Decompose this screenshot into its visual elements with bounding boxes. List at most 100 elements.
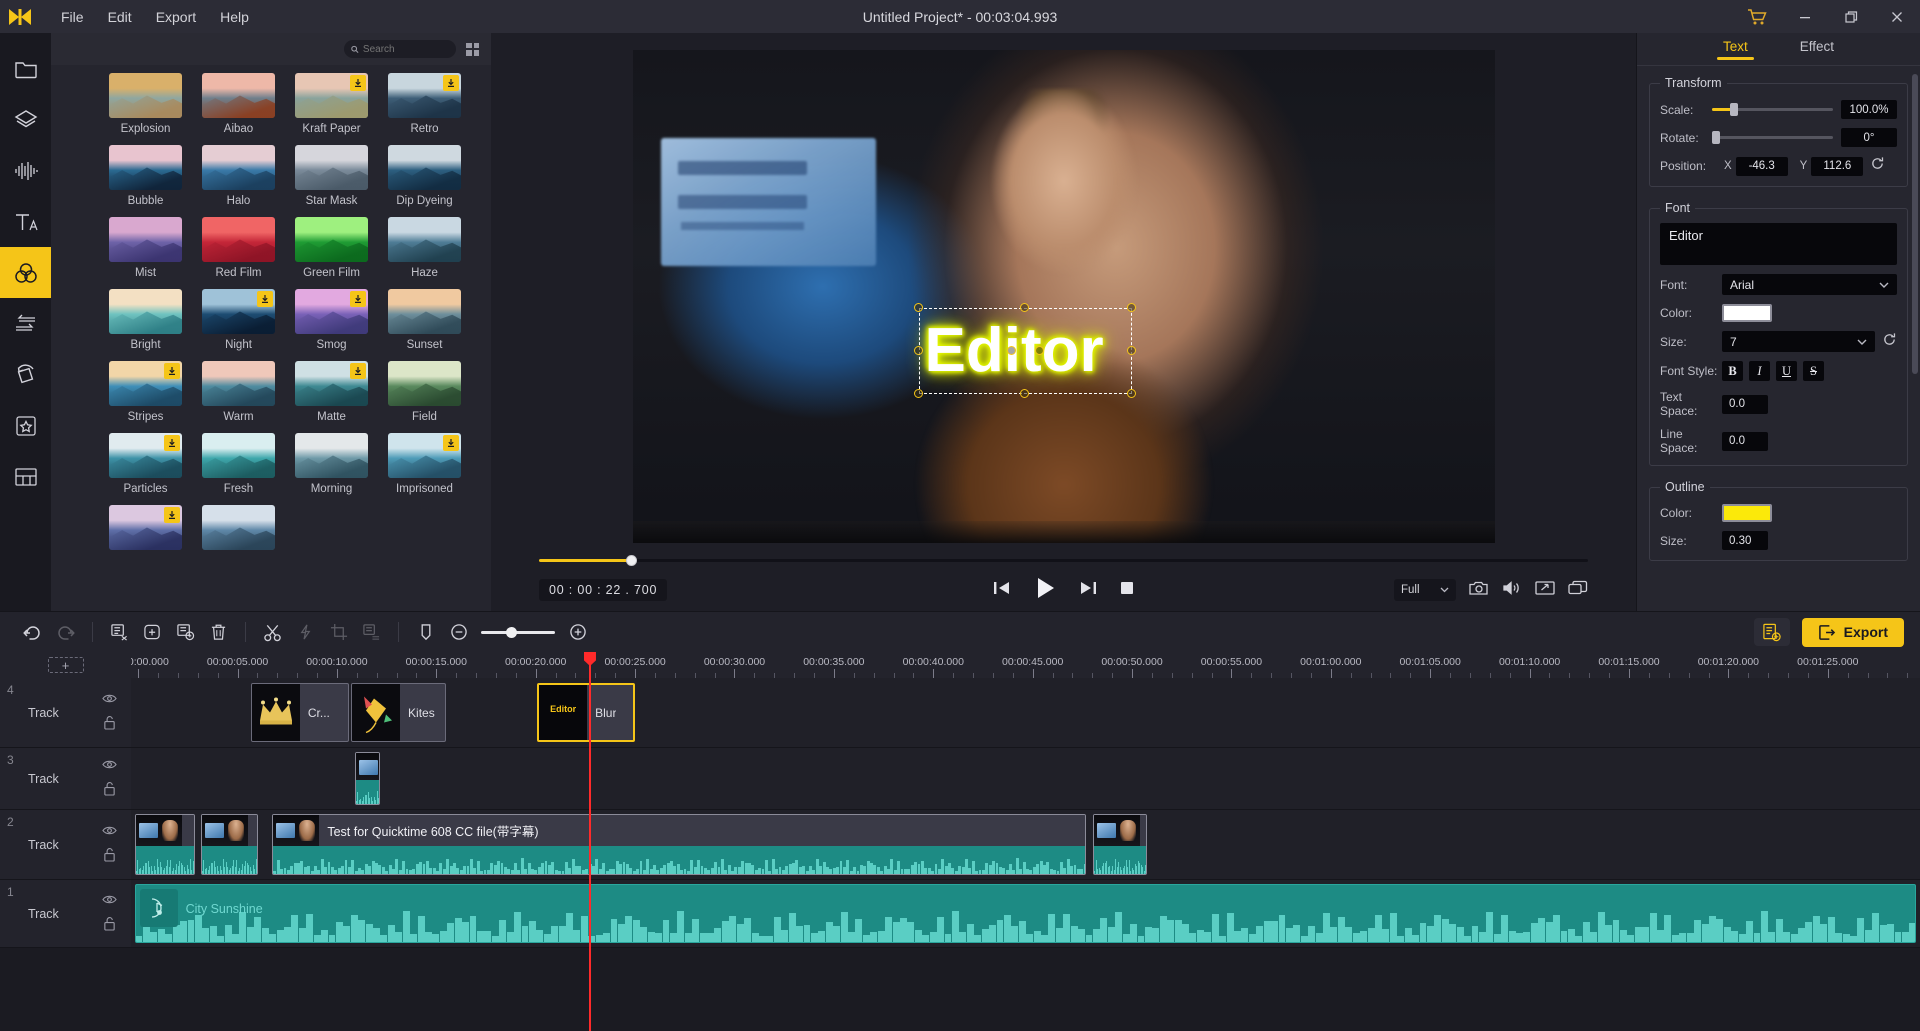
filter-item[interactable]: Matte: [285, 361, 378, 423]
strikethrough-button[interactable]: S: [1803, 361, 1824, 381]
rail-item-split-screen[interactable]: [0, 451, 51, 502]
scrubber-handle[interactable]: [625, 554, 637, 566]
eye-icon[interactable]: [102, 892, 117, 910]
track-lane[interactable]: Test for Quicktime 608 CC file(带字幕): [131, 810, 1920, 879]
video-clip[interactable]: Test for Quicktime 608 CC file(带字幕): [272, 814, 1087, 875]
video-clip[interactable]: [200, 814, 258, 875]
filter-item[interactable]: Fresh: [192, 433, 285, 495]
outline-size-value[interactable]: 0.30: [1722, 531, 1768, 550]
step-forward-icon[interactable]: [1079, 580, 1097, 601]
filter-thumbnail[interactable]: [202, 505, 275, 550]
speed-button[interactable]: [289, 616, 322, 649]
add-track-button[interactable]: +: [47, 657, 84, 673]
filter-thumbnail[interactable]: [202, 433, 275, 478]
clip-selected[interactable]: Editor Blur: [537, 683, 636, 742]
download-icon[interactable]: [164, 363, 180, 379]
rail-item-audio[interactable]: [0, 145, 51, 196]
track-lane[interactable]: Cr... Kites Editor Blur: [131, 678, 1920, 747]
filter-thumbnail[interactable]: [388, 289, 461, 334]
menu-export[interactable]: Export: [145, 5, 207, 29]
track-header[interactable]: 3 Track: [0, 748, 131, 809]
export-button[interactable]: Export: [1801, 617, 1904, 647]
filter-item[interactable]: [99, 505, 192, 555]
video-clip[interactable]: [134, 814, 196, 875]
download-icon[interactable]: [164, 435, 180, 451]
audio-clip[interactable]: City Sunshine: [134, 884, 1917, 943]
download-icon[interactable]: [443, 75, 459, 91]
add-clip-button[interactable]: [136, 616, 169, 649]
split-clip-button[interactable]: [103, 616, 136, 649]
eye-icon[interactable]: [102, 691, 117, 709]
filter-thumbnail[interactable]: [388, 145, 461, 190]
duplicate-button[interactable]: [169, 616, 202, 649]
line-space-value[interactable]: 0.0: [1722, 431, 1768, 451]
text-overlay-selection[interactable]: Editor: [913, 302, 1136, 398]
render-preview-button[interactable]: [1753, 618, 1790, 646]
handle-bottom-center[interactable]: [1020, 388, 1029, 398]
timeline-zoom-slider[interactable]: [481, 626, 555, 638]
unlock-icon[interactable]: [103, 781, 116, 801]
filter-item[interactable]: Red Film: [192, 217, 285, 279]
filter-thumbnail[interactable]: [109, 433, 182, 478]
filter-item[interactable]: Dip Dyeing: [378, 145, 471, 207]
track-header[interactable]: 4 Track: [0, 678, 131, 747]
filter-item[interactable]: Explosion: [99, 73, 192, 135]
crop-button[interactable]: [322, 616, 355, 649]
bold-button[interactable]: B: [1722, 361, 1743, 381]
download-icon[interactable]: [350, 75, 366, 91]
filter-thumbnail[interactable]: [202, 217, 275, 262]
play-button[interactable]: [1033, 576, 1057, 605]
undo-button[interactable]: [16, 616, 49, 649]
filter-thumbnail[interactable]: [295, 361, 368, 406]
volume-icon[interactable]: [1502, 580, 1522, 601]
cut-button[interactable]: [256, 616, 289, 649]
menu-help[interactable]: Help: [209, 5, 260, 29]
download-icon[interactable]: [350, 291, 366, 307]
quality-select[interactable]: Full: [1394, 579, 1456, 601]
track-lane[interactable]: City Sunshine: [131, 880, 1920, 947]
clip[interactable]: Cr...: [250, 683, 350, 742]
inspector-body[interactable]: Transform Scale: 100.0% Rotate: 0° Posit…: [1637, 66, 1920, 611]
video-preview[interactable]: Editor: [632, 49, 1495, 543]
download-icon[interactable]: [164, 507, 180, 523]
eye-icon[interactable]: [102, 757, 117, 775]
track-header[interactable]: 2 Track: [0, 810, 131, 879]
text-content-input[interactable]: Editor: [1660, 223, 1897, 265]
marker-button[interactable]: [409, 616, 442, 649]
rotate-value[interactable]: 0°: [1841, 128, 1897, 147]
track-header[interactable]: 1 Track: [0, 880, 131, 947]
download-icon[interactable]: [443, 435, 459, 451]
rail-item-titles[interactable]: [0, 196, 51, 247]
timeline-tracks[interactable]: 4 Track Cr... Kites Editor Blur 3 Track 2 Track Te…: [0, 678, 1920, 1031]
filter-item[interactable]: Haze: [378, 217, 471, 279]
track-lane[interactable]: [131, 748, 1920, 809]
search-box[interactable]: [344, 40, 456, 58]
rotate-slider-handle[interactable]: [1712, 131, 1720, 144]
filter-item[interactable]: Field: [378, 361, 471, 423]
maximize-button[interactable]: [1828, 0, 1874, 33]
scale-slider-handle[interactable]: [1729, 103, 1738, 116]
filter-thumbnail[interactable]: [388, 361, 461, 406]
scale-value[interactable]: 100.0%: [1841, 100, 1897, 119]
handle-middle-left[interactable]: [913, 345, 923, 355]
outline-color-swatch[interactable]: [1722, 504, 1772, 522]
rail-item-transitions[interactable]: [0, 298, 51, 349]
filter-thumbnail[interactable]: [202, 145, 275, 190]
filter-thumbnail[interactable]: [295, 433, 368, 478]
eye-icon[interactable]: [102, 823, 117, 841]
handle-bottom-left[interactable]: [913, 388, 923, 398]
rail-item-motion[interactable]: [0, 349, 51, 400]
filter-thumbnail[interactable]: [109, 217, 182, 262]
filter-item[interactable]: Stripes: [99, 361, 192, 423]
redo-button[interactable]: [49, 616, 82, 649]
filter-thumbnail[interactable]: [388, 73, 461, 118]
delete-button[interactable]: [202, 616, 235, 649]
rotate-slider[interactable]: [1712, 131, 1833, 145]
stop-button[interactable]: [1119, 580, 1135, 601]
download-icon[interactable]: [350, 363, 366, 379]
filter-item[interactable]: Green Film: [285, 217, 378, 279]
filter-item[interactable]: Kraft Paper: [285, 73, 378, 135]
font-color-swatch[interactable]: [1722, 304, 1772, 322]
rail-item-elements[interactable]: [0, 400, 51, 451]
pip-icon[interactable]: [1568, 580, 1588, 601]
